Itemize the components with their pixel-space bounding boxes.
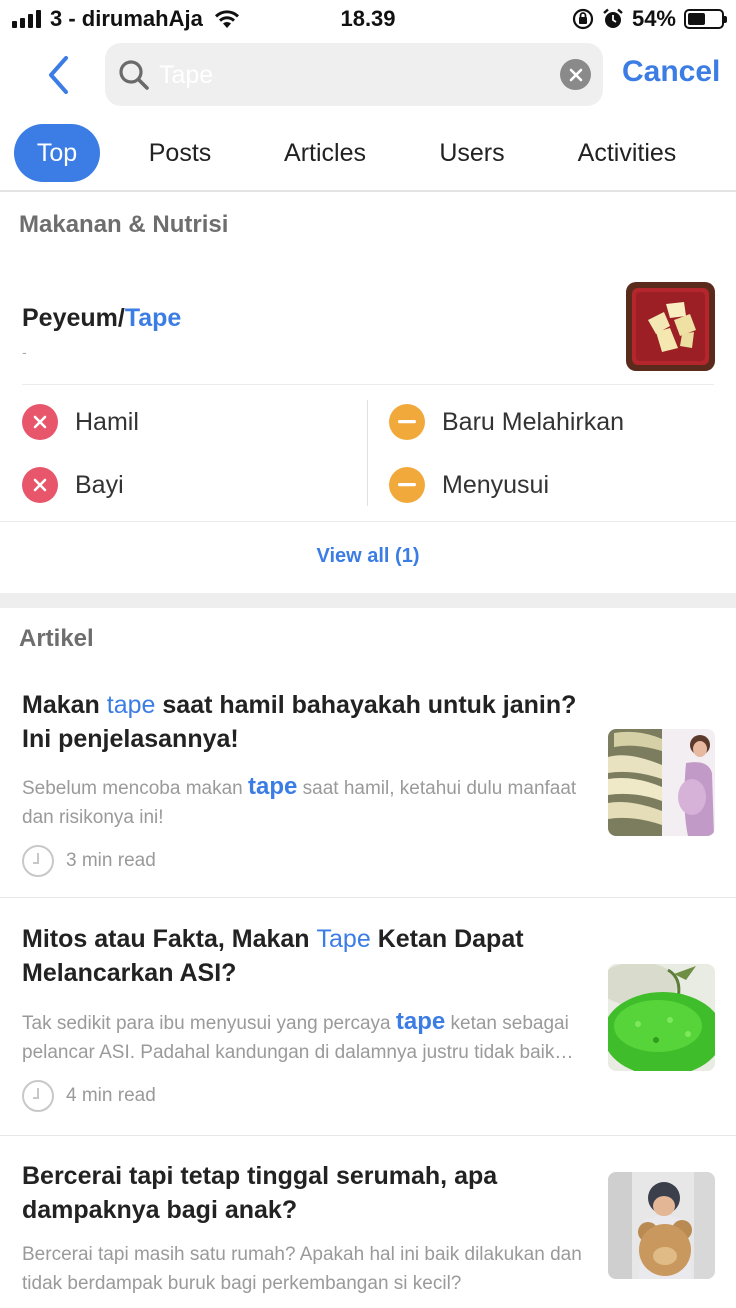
caution-icon: [389, 467, 425, 503]
view-all-link[interactable]: View all (1): [0, 545, 736, 568]
article-image: [608, 964, 715, 1071]
search-highlight: tape: [248, 773, 298, 800]
article-title-text: Bercerai tapi tetap tinggal serumah, apa…: [22, 1162, 498, 1224]
food-subtitle: -: [22, 344, 27, 360]
caution-icon: [389, 404, 425, 440]
search-highlight: tape: [106, 691, 156, 719]
article-title: Bercerai tapi tetap tinggal serumah, apa…: [22, 1159, 597, 1227]
food-name: Peyeum/Tape: [22, 304, 181, 333]
divider: [0, 521, 736, 522]
status-bar: 3 - dirumahAja 18.39 54%: [0, 0, 736, 38]
article-desc-text: Sebelum mencoba makan: [22, 778, 249, 799]
article-description: Tak sedikit para ibu menyusui yang perca…: [22, 1007, 597, 1067]
article-title-text: Makan: [22, 691, 107, 719]
tab-activities[interactable]: Activities: [564, 124, 690, 182]
search-bar[interactable]: [105, 43, 603, 106]
read-time-row: 3 min read: [22, 845, 156, 877]
divider: [0, 897, 736, 898]
food-name-highlight: Tape: [124, 304, 182, 332]
read-time-row: 4 min read: [22, 1080, 156, 1112]
status-label: Menyusui: [442, 470, 549, 499]
section-separator: [0, 593, 736, 608]
article-title-text: Mitos atau Fakta, Makan: [22, 925, 317, 953]
status-label: Bayi: [75, 470, 124, 499]
section-title-articles: Artikel: [19, 625, 94, 652]
article-thumbnail: [608, 964, 715, 1071]
battery-icon: [684, 9, 727, 29]
read-time: 4 min read: [66, 1085, 156, 1106]
status-baru-melahirkan: Baru Melahirkan: [389, 404, 624, 440]
search-highlight: tape: [395, 1008, 446, 1035]
article-thumbnail: [608, 729, 715, 836]
article-description: Bercerai tapi masih satu rumah? Apakah h…: [22, 1240, 597, 1298]
read-time: 3 min read: [66, 850, 156, 871]
tab-bar: Top Posts Articles Users Activities: [0, 124, 736, 184]
divider: [0, 190, 736, 192]
divider: [367, 400, 368, 506]
search-highlight: Tape: [316, 925, 371, 953]
close-icon: [569, 68, 582, 81]
not-allowed-icon: [22, 404, 58, 440]
battery-fill: [688, 13, 706, 25]
not-allowed-icon: [22, 467, 58, 503]
tab-articles[interactable]: Articles: [272, 124, 378, 182]
orientation-lock-icon: [572, 8, 594, 30]
status-hamil: Hamil: [22, 404, 139, 440]
divider: [22, 384, 714, 385]
battery-percent: 54%: [631, 6, 676, 31]
article-description: Sebelum mencoba makan tape saat hamil, k…: [22, 772, 597, 832]
tab-users[interactable]: Users: [430, 124, 514, 182]
search-icon: [119, 60, 149, 90]
clear-search-button[interactable]: [560, 59, 591, 90]
status-label: Hamil: [75, 407, 139, 436]
article-image: [608, 1172, 715, 1279]
status-label: Baru Melahirkan: [442, 407, 625, 436]
alarm-icon: [603, 8, 623, 28]
cancel-button[interactable]: Cancel: [622, 55, 720, 89]
chevron-left-icon: [49, 56, 68, 94]
food-thumbnail: [626, 282, 715, 371]
status-bayi: Bayi: [22, 467, 124, 503]
tab-posts[interactable]: Posts: [140, 124, 220, 182]
status-menyusui: Menyusui: [389, 467, 549, 503]
article-title: Makan tape saat hamil bahayakah untuk ja…: [22, 688, 597, 756]
article-title: Mitos atau Fakta, Makan Tape Ketan Dapat…: [22, 922, 597, 990]
tab-top[interactable]: Top: [14, 124, 100, 182]
article-desc-text: Tak sedikit para ibu menyusui yang perca…: [22, 1013, 396, 1034]
clock-icon: [22, 1080, 54, 1112]
divider: [0, 1135, 736, 1136]
back-button[interactable]: [38, 52, 78, 98]
article-thumbnail: [608, 1172, 715, 1279]
article-image: [608, 729, 715, 836]
food-name-prefix: Peyeum/: [22, 304, 125, 332]
section-title-food: Makanan & Nutrisi: [19, 211, 229, 238]
tape-food-image: [626, 282, 715, 371]
clock-icon: [22, 845, 54, 877]
search-input[interactable]: [159, 55, 549, 95]
article-desc-text: Bercerai tapi masih satu rumah? Apakah h…: [22, 1244, 582, 1294]
